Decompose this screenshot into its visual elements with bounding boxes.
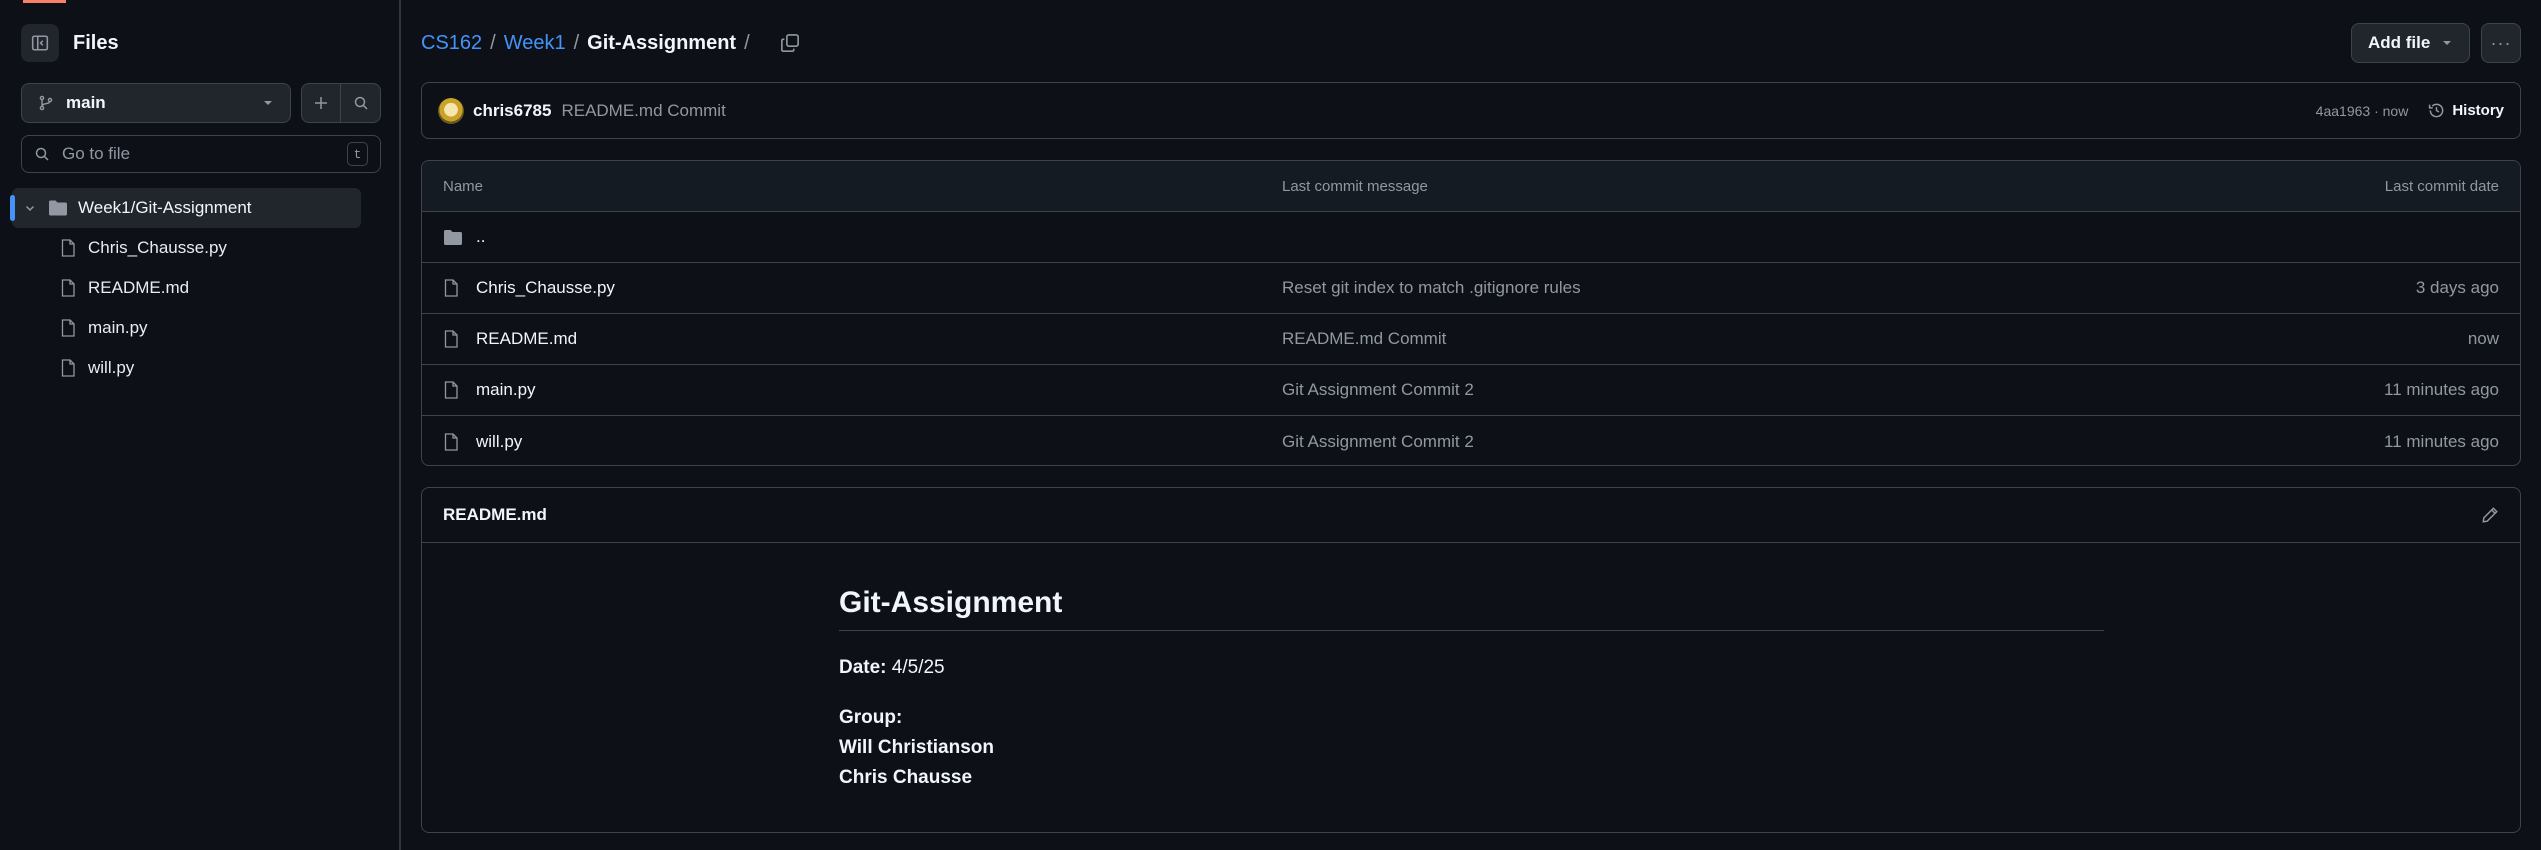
tree-file-main[interactable]: main.py [60, 313, 148, 343]
readme-date-label: Date: [839, 657, 887, 678]
latest-commit-bar: chris6785 README.md Commit 4aa1963 · now… [421, 82, 2521, 139]
kebab-horizontal-icon: ··· [2490, 32, 2512, 53]
readme-panel: README.md Git-Assignment Date: 4/5/25 Gr… [421, 487, 2521, 833]
add-file-button[interactable]: Add file [2351, 23, 2470, 63]
readme-member: Chris Chausse [839, 767, 973, 788]
column-header-message: Last commit message [1282, 177, 1428, 195]
tree-folder-week1-git-assignment[interactable]: Week1/Git-Assignment [10, 188, 361, 228]
file-icon [443, 330, 459, 348]
branch-name: main [66, 93, 106, 112]
breadcrumb-current: Git-Assignment [587, 31, 737, 54]
readme-filename[interactable]: README.md [443, 505, 547, 525]
file-icon [443, 381, 459, 399]
add-file-label: Add file [2368, 33, 2431, 52]
avatar[interactable] [438, 97, 464, 124]
copy-path-icon[interactable] [780, 33, 800, 53]
plus-icon [315, 97, 327, 109]
file-name-link[interactable]: will.py [476, 432, 522, 452]
sidebar-title: Files [73, 31, 119, 54]
go-to-file-input[interactable] [62, 144, 347, 164]
commit-date: 3 days ago [2415, 278, 2499, 297]
chevron-down-icon[interactable] [24, 202, 36, 214]
breadcrumb-separator: / [490, 31, 496, 54]
go-to-file-field[interactable]: t [21, 135, 381, 173]
commit-date: 11 minutes ago [2384, 380, 2499, 399]
more-options-button[interactable]: ··· [2481, 23, 2521, 63]
readme-content: Git-Assignment Date: 4/5/25 Group: Will … [839, 586, 2104, 793]
file-name-link[interactable]: main.py [476, 380, 536, 400]
search-icon [354, 96, 368, 110]
breadcrumb-separator: / [744, 31, 750, 54]
file-name-link[interactable]: Chris_Chausse.py [476, 278, 615, 298]
edit-pencil-icon[interactable] [2481, 506, 2499, 524]
file-icon [61, 239, 75, 257]
breadcrumb-link-folder[interactable]: Week1 [504, 32, 566, 55]
sidebar-collapse-icon [31, 35, 49, 51]
readme-member: Will Christianson [839, 737, 995, 758]
commit-message-link[interactable]: Git Assignment Commit 2 [1282, 432, 1474, 452]
file-icon [61, 279, 75, 297]
table-header: Name Last commit message Last commit dat… [422, 161, 2520, 212]
readme-date-line: Date: 4/5/25 [839, 653, 2104, 683]
readme-date-value: 4/5/25 [891, 657, 945, 678]
tree-file-label: Chris_Chausse.py [88, 238, 227, 257]
commit-message-link[interactable]: Reset git index to match .gitignore rule… [1282, 278, 1581, 298]
table-row: main.py Git Assignment Commit 2 11 minut… [422, 365, 2520, 416]
file-icon [443, 279, 459, 297]
search-icon [35, 147, 49, 161]
parent-directory-row[interactable]: .. [422, 212, 2520, 263]
file-list-table: Name Last commit message Last commit dat… [421, 160, 2521, 466]
keyboard-shortcut-hint: t [347, 142, 368, 166]
readme-group-label: Group: [839, 707, 903, 728]
table-row: README.md README.md Commit now [422, 314, 2520, 365]
active-indicator [10, 195, 15, 221]
file-icon [61, 359, 75, 377]
breadcrumb-separator: / [573, 31, 580, 54]
file-name-link[interactable]: README.md [476, 329, 577, 349]
branch-selector-button[interactable]: main [21, 83, 291, 123]
chevron-down-icon [264, 101, 272, 105]
tree-file-will[interactable]: will.py [60, 353, 134, 383]
breadcrumb: CS162 / Week1 / Git-Assignment / [421, 28, 800, 58]
commit-author[interactable]: chris6785 [473, 101, 551, 121]
column-header-name: Name [443, 177, 484, 195]
tree-file-label: README.md [88, 278, 190, 297]
chevron-down-icon [2443, 41, 2451, 45]
commit-hash-time[interactable]: 4aa1963 · now [2316, 103, 2409, 119]
readme-heading: Git-Assignment [839, 586, 2104, 631]
breadcrumb-link-repo[interactable]: CS162 [421, 32, 482, 55]
file-tree-sidebar: Files main t Week1/Git-Assignment Chris_… [0, 0, 401, 850]
commit-message-link[interactable]: Git Assignment Commit 2 [1282, 380, 1474, 400]
collapse-sidebar-button[interactable] [21, 24, 59, 62]
file-icon [443, 432, 459, 451]
folder-open-icon [48, 199, 68, 217]
column-header-date: Last commit date [2384, 177, 2499, 195]
file-icon [61, 319, 75, 337]
readme-header: README.md [422, 488, 2520, 543]
tree-file-chris-chausse[interactable]: Chris_Chausse.py [60, 233, 227, 263]
tree-folder-label: Week1/Git-Assignment [78, 198, 252, 217]
table-row: will.py Git Assignment Commit 2 11 minut… [422, 416, 2520, 465]
tree-file-label: main.py [88, 318, 148, 337]
history-label: History [2452, 102, 2504, 119]
search-code-button[interactable] [341, 83, 381, 123]
commit-message[interactable]: README.md Commit [561, 101, 725, 121]
tree-file-label: will.py [88, 358, 135, 377]
commit-date: now [2467, 329, 2499, 348]
table-row: Chris_Chausse.py Reset git index to matc… [422, 263, 2520, 314]
history-icon [2429, 103, 2444, 118]
sidebar-header: Files [21, 24, 119, 62]
history-button[interactable]: History [2428, 102, 2504, 119]
folder-icon [443, 229, 463, 246]
commit-date: 11 minutes ago [2384, 431, 2499, 451]
parent-directory-link[interactable]: .. [476, 227, 485, 247]
tree-file-readme[interactable]: README.md [60, 273, 189, 303]
commit-message-link[interactable]: README.md Commit [1282, 329, 1446, 349]
add-file-sidebar-button[interactable] [301, 83, 341, 123]
git-branch-icon [39, 95, 53, 111]
